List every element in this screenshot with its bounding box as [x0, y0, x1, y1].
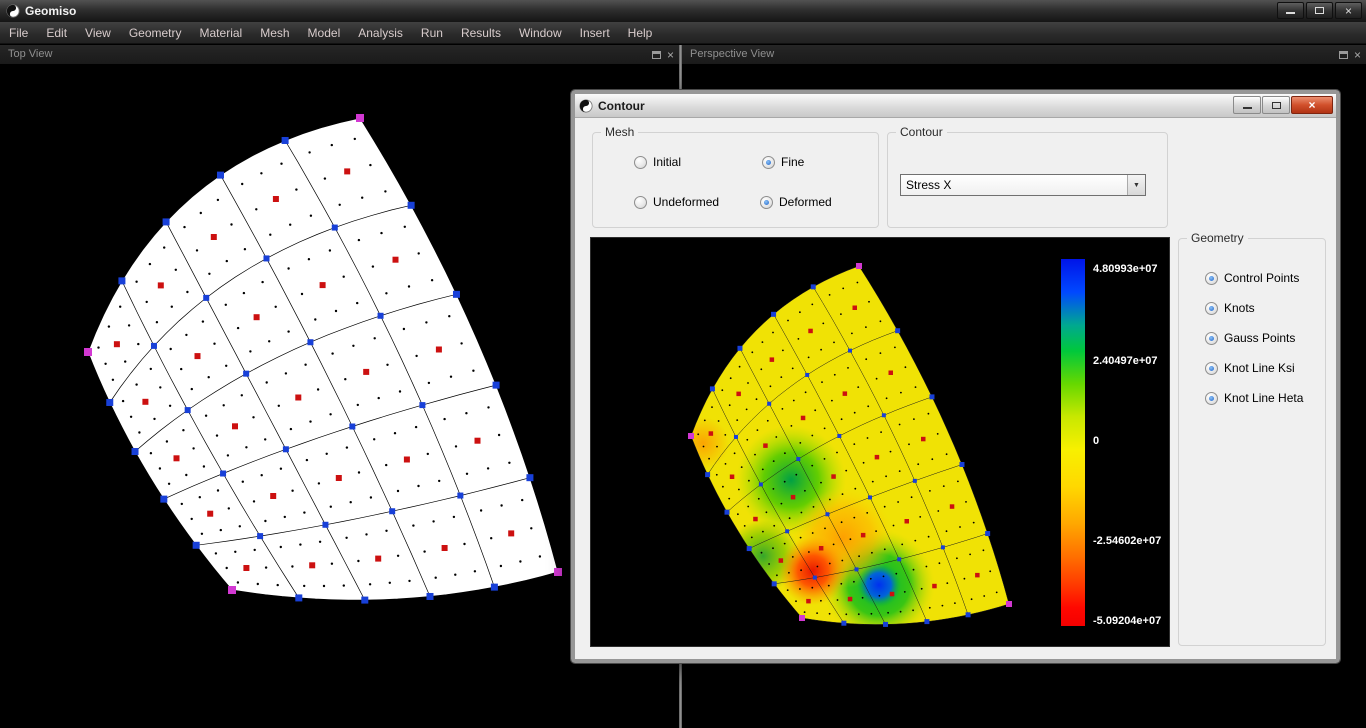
contour-type-select[interactable]: Stress X ▼ [900, 174, 1146, 196]
dialog-controls: × [1233, 96, 1333, 114]
menu-item-material[interactable]: Material [191, 22, 252, 44]
colorbar [1061, 259, 1085, 626]
chevron-down-icon[interactable]: ▼ [1127, 175, 1145, 195]
dialog-maximize-button[interactable] [1262, 96, 1290, 114]
combobox-value: Stress X [906, 178, 952, 192]
radio-unchecked-icon [634, 195, 647, 209]
mesh-groupbox: Mesh Initial Fine Undeformed Deformed [592, 125, 879, 228]
radio-undeformed[interactable]: Undeformed [634, 195, 719, 209]
radio-checked-icon [1205, 331, 1218, 345]
contour-groupbox: Contour Stress X ▼ [887, 125, 1168, 228]
contour-plot-area[interactable]: 4.80993e+07 2.40497e+07 0 -2.54602e+07 -5.09… [590, 237, 1170, 647]
contour-groupbox-label: Contour [896, 125, 947, 139]
radio-knots[interactable]: Knots [1205, 301, 1255, 315]
radio-label: Undeformed [653, 195, 720, 209]
menu-item-window[interactable]: Window [510, 22, 571, 44]
colorbar-label: -5.09204e+07 [1093, 614, 1162, 627]
colorbar-label: 0 [1093, 435, 1100, 448]
radio-checked-icon [1205, 391, 1218, 405]
menu-item-run[interactable]: Run [412, 22, 452, 44]
app-icon [6, 4, 20, 18]
menu-item-model[interactable]: Model [299, 22, 350, 44]
radio-fine[interactable]: Fine [762, 155, 804, 169]
radio-label: Knot Line Ksi [1224, 361, 1295, 375]
menu-item-view[interactable]: View [76, 22, 120, 44]
radio-label: Initial [653, 155, 682, 169]
window-titlebar[interactable]: Geomiso × [0, 0, 1366, 22]
geometry-groupbox-label: Geometry [1187, 231, 1248, 245]
radio-label: Control Points [1224, 271, 1300, 285]
close-panel-icon[interactable]: × [667, 49, 674, 61]
menu-item-mesh[interactable]: Mesh [251, 22, 298, 44]
dialog-icon [579, 98, 593, 113]
radio-label: Knots [1224, 301, 1255, 315]
float-panel-icon[interactable] [651, 50, 661, 59]
panel-title-top-view: Top View [8, 48, 53, 60]
radio-deformed[interactable]: Deformed [760, 195, 832, 209]
window-title: Geomiso [25, 4, 77, 18]
menu-item-insert[interactable]: Insert [571, 22, 619, 44]
maximize-icon [1315, 7, 1324, 14]
radio-checked-icon [1205, 271, 1218, 285]
minimize-button[interactable] [1277, 2, 1304, 19]
float-panel-icon[interactable] [1338, 50, 1348, 59]
menu-item-results[interactable]: Results [452, 22, 510, 44]
panel-header-controls: × [1338, 45, 1361, 64]
radio-gauss-points[interactable]: Gauss Points [1205, 331, 1295, 345]
radio-checked-icon [762, 155, 775, 169]
colorbar-label: 2.40497e+07 [1093, 355, 1158, 368]
radio-label: Deformed [779, 195, 832, 209]
menu-item-geometry[interactable]: Geometry [120, 22, 191, 44]
radio-control-points[interactable]: Control Points [1205, 271, 1299, 285]
dialog-titlebar[interactable]: Contour × [575, 94, 1336, 118]
contour-dialog: Contour × Mesh Initial Fine Undeformed Defo… [570, 89, 1341, 664]
radio-initial[interactable]: Initial [634, 155, 681, 169]
radio-unchecked-icon [634, 155, 647, 169]
radio-checked-icon [1205, 301, 1218, 315]
minimize-icon [1242, 106, 1252, 109]
dialog-body: Mesh Initial Fine Undeformed Deformed Conto… [575, 118, 1336, 659]
geometry-groupbox: Geometry Control Points Knots Gauss Points… [1178, 231, 1326, 646]
menu-item-edit[interactable]: Edit [37, 22, 76, 44]
close-button[interactable]: × [1335, 2, 1362, 19]
radio-label: Fine [781, 155, 805, 169]
menubar: File Edit View Geometry Material Mesh Model Ana… [0, 22, 1366, 44]
close-icon: × [1344, 3, 1352, 18]
radio-label: Knot Line Heta [1224, 391, 1304, 405]
menu-item-help[interactable]: Help [619, 22, 662, 44]
dialog-minimize-button[interactable] [1233, 96, 1261, 114]
radio-knot-line-heta[interactable]: Knot Line Heta [1205, 391, 1303, 405]
close-icon: × [1308, 98, 1316, 112]
dialog-close-button[interactable]: × [1291, 96, 1333, 114]
menu-item-analysis[interactable]: Analysis [349, 22, 412, 44]
minimize-icon [1286, 11, 1295, 14]
panel-header-top-view[interactable]: Top View × [0, 45, 679, 64]
close-panel-icon[interactable]: × [1354, 49, 1361, 61]
panel-title-perspective-view: Perspective View [690, 48, 775, 60]
radio-label: Gauss Points [1224, 331, 1296, 345]
panel-header-controls: × [651, 45, 674, 64]
panel-header-perspective-view[interactable]: Perspective View × [682, 45, 1366, 64]
menu-item-file[interactable]: File [0, 22, 37, 44]
colorbar-label: 4.80993e+07 [1093, 262, 1158, 275]
colorbar-label: -2.54602e+07 [1093, 534, 1162, 547]
window-controls: × [1277, 2, 1362, 19]
dialog-title: Contour [598, 98, 645, 113]
radio-knot-line-ksi[interactable]: Knot Line Ksi [1205, 361, 1295, 375]
maximize-icon [1271, 101, 1281, 109]
maximize-button[interactable] [1306, 2, 1333, 19]
radio-checked-icon [760, 195, 773, 209]
mesh-groupbox-label: Mesh [601, 125, 639, 139]
radio-checked-icon [1205, 361, 1218, 375]
